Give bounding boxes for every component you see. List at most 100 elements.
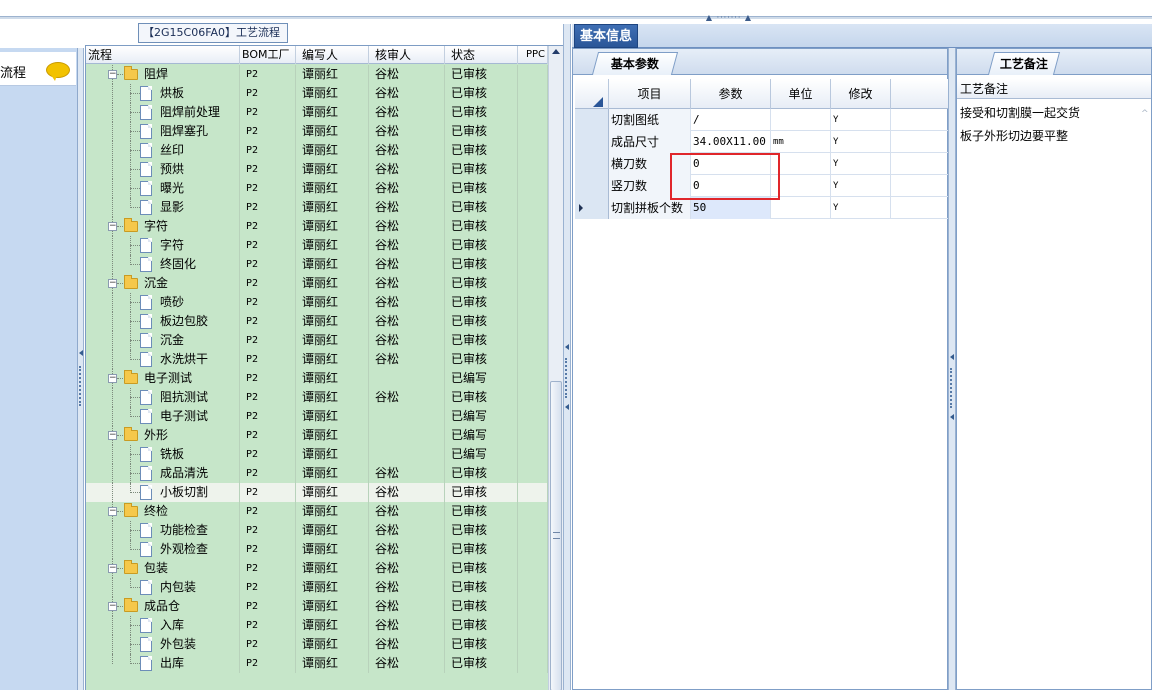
- param-unit-cell[interactable]: [771, 197, 831, 219]
- tree-row[interactable]: 入库 P2 谭丽红 谷松 已审核: [86, 616, 548, 635]
- tree-folder-row[interactable]: − 包装 P2 谭丽红 谷松 已审核: [86, 559, 548, 578]
- tree-row[interactable]: 水洗烘干 P2 谭丽红 谷松 已审核: [86, 350, 548, 369]
- tree-node-label: 阻焊: [144, 67, 169, 81]
- tree-folder-row[interactable]: − 阻焊 P2 谭丽红 谷松 已审核: [86, 65, 548, 84]
- notes-scroll-up-icon[interactable]: ^: [1141, 109, 1149, 119]
- tree-node-name-cell: 铣板: [86, 445, 240, 464]
- checker-cell: 谷松: [369, 293, 445, 312]
- tree-row[interactable]: 阻抗测试 P2 谭丽红 谷松 已审核: [86, 388, 548, 407]
- tree-row[interactable]: 铣板 P2 谭丽红 已编写: [86, 445, 548, 464]
- scroll-up-arrow-icon[interactable]: [552, 49, 560, 54]
- param-modify-cell[interactable]: Y: [831, 109, 891, 131]
- param-value-cell[interactable]: 34.00X11.00: [691, 131, 771, 153]
- tree-node-label: 功能检查: [160, 523, 209, 537]
- tree-row[interactable]: 板边包胶 P2 谭丽红 谷松 已审核: [86, 312, 548, 331]
- tree-row[interactable]: 成品清洗 P2 谭丽红 谷松 已审核: [86, 464, 548, 483]
- col-header-bom[interactable]: BOM工厂: [240, 46, 296, 64]
- param-row[interactable]: 成品尺寸 34.00X11.00 mm Y: [575, 131, 949, 153]
- corner-triangle-icon: [593, 97, 603, 107]
- param-modify-cell[interactable]: Y: [831, 197, 891, 219]
- collapse-toggle-icon[interactable]: −: [108, 279, 117, 288]
- collapse-toggle-icon[interactable]: −: [108, 564, 117, 573]
- param-item-cell: 切割图纸: [609, 109, 691, 131]
- tree-folder-row[interactable]: − 外形 P2 谭丽红 已编写: [86, 426, 548, 445]
- tree-row[interactable]: 内包装 P2 谭丽红 谷松 已审核: [86, 578, 548, 597]
- tree-row[interactable]: 显影 P2 谭丽红 谷松 已审核: [86, 198, 548, 217]
- tree-row[interactable]: 丝印 P2 谭丽红 谷松 已审核: [86, 141, 548, 160]
- tree-row[interactable]: 字符 P2 谭丽红 谷松 已审核: [86, 236, 548, 255]
- tree-row[interactable]: 外包装 P2 谭丽红 谷松 已审核: [86, 635, 548, 654]
- param-row[interactable]: 切割图纸 / Y: [575, 109, 949, 131]
- collapse-left-icon[interactable]: [79, 350, 83, 356]
- col-header-ppc[interactable]: PPC: [518, 46, 548, 64]
- collapse-toggle-icon[interactable]: −: [108, 431, 117, 440]
- tree-folder-row[interactable]: − 沉金 P2 谭丽红 谷松 已审核: [86, 274, 548, 293]
- collapse-toggle-icon[interactable]: −: [108, 507, 117, 516]
- param-modify-cell[interactable]: Y: [831, 153, 891, 175]
- tree-row[interactable]: 阻焊前处理 P2 谭丽红 谷松 已审核: [86, 103, 548, 122]
- col-header-checker[interactable]: 核审人: [369, 46, 445, 64]
- tree-row[interactable]: 阻焊塞孔 P2 谭丽红 谷松 已审核: [86, 122, 548, 141]
- ppc-cell: [518, 198, 548, 217]
- param-unit-cell[interactable]: [771, 175, 831, 197]
- tree-row[interactable]: 沉金 P2 谭丽红 谷松 已审核: [86, 331, 548, 350]
- tree-row[interactable]: 功能检查 P2 谭丽红 谷松 已审核: [86, 521, 548, 540]
- col-header-modify[interactable]: 修改: [831, 79, 891, 109]
- tree-node-label: 显影: [160, 200, 185, 214]
- collapse-middle-icon[interactable]: [565, 404, 569, 410]
- param-row[interactable]: 切割拼板个数 50 Y: [575, 197, 949, 219]
- row-header-corner[interactable]: [575, 79, 609, 109]
- collapse-toggle-icon[interactable]: −: [108, 70, 117, 79]
- tab-basic-params[interactable]: 基本参数: [591, 52, 679, 75]
- middle-splitter[interactable]: [563, 24, 571, 690]
- tree-row[interactable]: 预烘 P2 谭丽红 谷松 已审核: [86, 160, 548, 179]
- scroll-thumb-grip-icon: [553, 532, 560, 539]
- param-value-cell[interactable]: /: [691, 109, 771, 131]
- param-modify-cell[interactable]: Y: [831, 131, 891, 153]
- nav-item-process[interactable]: 流程: [0, 52, 76, 86]
- row-indicator[interactable]: [575, 109, 609, 131]
- tab-process-notes[interactable]: 工艺备注: [987, 52, 1061, 75]
- param-value-cell[interactable]: 50: [691, 197, 771, 219]
- tree-row[interactable]: 出库 P2 谭丽红 谷松 已审核: [86, 654, 548, 673]
- tab-basic-info[interactable]: 基本信息: [574, 24, 638, 48]
- left-splitter[interactable]: [78, 48, 84, 690]
- col-header-name[interactable]: 流程: [86, 46, 240, 64]
- col-header-item[interactable]: 项目: [609, 79, 691, 109]
- col-header-writer[interactable]: 编写人: [296, 46, 369, 64]
- notes-textarea[interactable]: 接受和切割膜一起交货 板子外形切边要平整: [960, 102, 1140, 148]
- row-indicator[interactable]: [575, 131, 609, 153]
- row-indicator[interactable]: [575, 175, 609, 197]
- tree-row[interactable]: 终固化 P2 谭丽红 谷松 已审核: [86, 255, 548, 274]
- checker-cell: [369, 407, 445, 426]
- tree-folder-row[interactable]: − 终检 P2 谭丽红 谷松 已审核: [86, 502, 548, 521]
- tree-folder-row[interactable]: − 成品仓 P2 谭丽红 谷松 已审核: [86, 597, 548, 616]
- tree-folder-row[interactable]: − 字符 P2 谭丽红 谷松 已审核: [86, 217, 548, 236]
- tree-row[interactable]: 外观检查 P2 谭丽红 谷松 已审核: [86, 540, 548, 559]
- tree-row[interactable]: 电子测试 P2 谭丽红 已编写: [86, 407, 548, 426]
- collapse-right-icon[interactable]: [950, 354, 954, 360]
- collapse-toggle-icon[interactable]: −: [108, 602, 117, 611]
- collapse-middle-icon[interactable]: [565, 344, 569, 350]
- col-header-unit[interactable]: 单位: [771, 79, 831, 109]
- param-modify-cell[interactable]: Y: [831, 175, 891, 197]
- col-header-status[interactable]: 状态: [445, 46, 518, 64]
- collapse-toggle-icon[interactable]: −: [108, 374, 117, 383]
- collapse-toggle-icon[interactable]: −: [108, 222, 117, 231]
- param-unit-cell[interactable]: [771, 109, 831, 131]
- tree-folder-row[interactable]: − 电子测试 P2 谭丽红 已编写: [86, 369, 548, 388]
- row-indicator[interactable]: [575, 153, 609, 175]
- tree-row[interactable]: 喷砂 P2 谭丽红 谷松 已审核: [86, 293, 548, 312]
- param-unit-cell[interactable]: [771, 153, 831, 175]
- tree-scrollbar[interactable]: [548, 46, 563, 690]
- right-splitter[interactable]: [948, 48, 956, 690]
- tree-row[interactable]: 小板切割 P2 谭丽红 谷松 已审核: [86, 483, 548, 502]
- tree-row[interactable]: 烘板 P2 谭丽红 谷松 已审核: [86, 84, 548, 103]
- scroll-thumb[interactable]: [550, 381, 562, 690]
- row-indicator[interactable]: [575, 197, 609, 219]
- param-unit-cell[interactable]: mm: [771, 131, 831, 153]
- tree-row[interactable]: 曝光 P2 谭丽红 谷松 已审核: [86, 179, 548, 198]
- top-splitter-grip[interactable]: ▲ ······· ▲: [694, 14, 764, 22]
- collapse-right-icon[interactable]: [950, 414, 954, 420]
- col-header-param[interactable]: 参数: [691, 79, 771, 109]
